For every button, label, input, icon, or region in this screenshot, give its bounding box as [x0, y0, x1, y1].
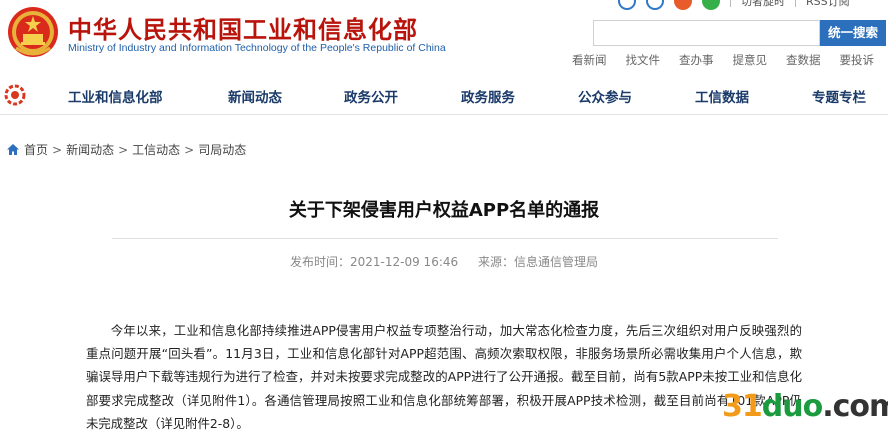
breadcrumb-separator: >: [52, 142, 63, 157]
separator: [795, 0, 796, 7]
title-divider: [112, 238, 778, 239]
main-nav: 工业和信息化部 新闻动态 政务公开 政务服务 公众参与 工信数据 专题专栏: [0, 76, 888, 114]
site-title: 中华人民共和国工业和信息化部: [68, 16, 418, 44]
watermark-letters: duo: [761, 389, 823, 424]
rss-link[interactable]: RSS订阅: [806, 0, 850, 9]
watermark-digits: 31: [722, 389, 763, 424]
article-source: 来源：信息通信管理局: [477, 255, 598, 269]
breadcrumb-separator: >: [184, 142, 195, 157]
nav-item-data[interactable]: 工信数据: [695, 86, 749, 106]
watermark-domain: .com: [822, 389, 888, 424]
weibo-icon[interactable]: [618, 0, 636, 10]
breadcrumb-separator: >: [118, 142, 129, 157]
nav-item-participation[interactable]: 公众参与: [578, 86, 632, 106]
quick-link-news[interactable]: 看新闻: [572, 52, 626, 68]
site-watermark: 31duo.com: [722, 389, 888, 424]
switch-language-link[interactable]: 切者旋时: [741, 0, 785, 9]
nav-divider: [0, 114, 888, 115]
breadcrumb: 首页 > 新闻动态 > 工信动态 > 司局动态: [6, 141, 246, 158]
top-strip: 切者旋时 RSS订阅: [618, 0, 850, 10]
separator: [730, 0, 731, 7]
publish-time: 发布时间：2021-12-09 16:46: [290, 255, 459, 269]
quick-links: 看新闻 找文件 查办事 提意见 查数据 要投诉: [572, 52, 888, 68]
quick-link-complaint[interactable]: 要投诉: [840, 52, 888, 68]
breadcrumb-home[interactable]: 首页: [24, 141, 48, 158]
miit-logo-icon: [4, 84, 26, 106]
quick-link-files[interactable]: 找文件: [626, 52, 680, 68]
rss-social-icon[interactable]: [674, 0, 692, 10]
wechat-icon[interactable]: [702, 0, 720, 10]
site-subtitle: Ministry of Industry and Information Tec…: [68, 42, 446, 54]
nav-item-gov-affairs[interactable]: 政务公开: [344, 86, 398, 106]
search-button[interactable]: 统一搜索: [820, 20, 886, 46]
article-paragraph: 今年以来，工业和信息化部持续推进APP侵害用户权益专项整治行动，加大常态化检查力…: [86, 323, 802, 431]
breadcrumb-bureau-news[interactable]: 司局动态: [198, 141, 246, 158]
quick-link-services[interactable]: 查办事: [679, 52, 733, 68]
quick-link-feedback[interactable]: 提意见: [733, 52, 787, 68]
article-meta: 发布时间：2021-12-09 16:46 来源：信息通信管理局: [0, 253, 888, 270]
article-title: 关于下架侵害用户权益APP名单的通报: [288, 200, 600, 221]
search-input[interactable]: [593, 20, 820, 46]
home-icon: [7, 144, 19, 155]
national-emblem-icon: [8, 7, 58, 57]
nav-item-gov-services[interactable]: 政务服务: [461, 86, 515, 106]
quick-link-data[interactable]: 查数据: [786, 52, 840, 68]
headline-icon[interactable]: [646, 0, 664, 10]
nav-item-miit[interactable]: 工业和信息化部: [68, 86, 163, 106]
nav-item-news[interactable]: 新闻动态: [228, 86, 282, 106]
breadcrumb-news[interactable]: 新闻动态: [66, 141, 114, 158]
breadcrumb-miit-news[interactable]: 工信动态: [132, 141, 180, 158]
nav-item-topics[interactable]: 专题专栏: [812, 86, 866, 106]
